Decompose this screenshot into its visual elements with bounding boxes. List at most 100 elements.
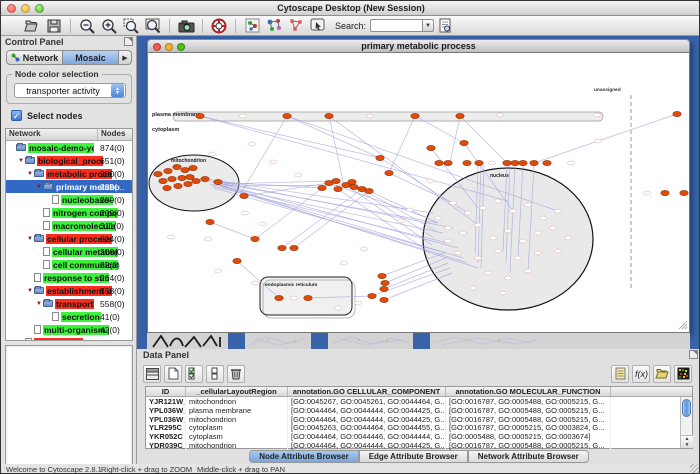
network-node[interactable] (325, 113, 333, 118)
tree-row[interactable]: cellular metabol209(0) (6, 245, 132, 258)
select-mode-icon[interactable] (309, 18, 327, 34)
attribute-select-icon[interactable] (143, 365, 161, 383)
delete-attribute-icon[interactable] (227, 365, 245, 383)
network-node[interactable] (278, 245, 286, 250)
help-lifebuoy-icon[interactable] (210, 18, 228, 34)
select-all-attributes-icon[interactable] (185, 365, 203, 383)
tree-row[interactable]: ▼cellular process614(0) (6, 232, 132, 245)
network-node[interactable] (251, 236, 259, 241)
tree-row[interactable]: ▼establishment of lo558(0) (6, 284, 132, 297)
network-node[interactable] (174, 183, 182, 188)
network-node[interactable] (173, 164, 181, 169)
tree-row[interactable]: ▼biological_process651(0) (6, 154, 132, 167)
expander-icon[interactable]: ▼ (35, 184, 43, 190)
tab-network[interactable]: Network (6, 50, 63, 65)
network-node[interactable] (181, 167, 189, 172)
save-session-icon[interactable] (45, 18, 63, 34)
expander-icon[interactable]: ▼ (26, 236, 34, 242)
column-header[interactable]: _cellularLayoutRegion (186, 387, 288, 396)
search-dropdown-icon[interactable]: ▼ (422, 19, 434, 32)
tab-overflow-icon[interactable]: ▶ (119, 50, 132, 65)
canvas-resize-grip[interactable] (679, 321, 687, 329)
network-node[interactable] (196, 113, 204, 118)
network-node[interactable] (201, 176, 209, 181)
tree-row[interactable]: response to stimulu264(0) (6, 271, 132, 284)
expander-icon[interactable]: ▼ (17, 158, 25, 164)
network-node[interactable] (378, 273, 386, 278)
unselect-all-attributes-icon[interactable] (206, 365, 224, 383)
network-node[interactable] (189, 165, 197, 170)
network-node[interactable] (348, 179, 356, 184)
float-panel-icon[interactable] (124, 37, 133, 46)
network-node[interactable] (334, 186, 342, 191)
open-session-icon[interactable] (23, 18, 41, 34)
table-row[interactable]: YJR121W__1mitochondrion[GO:0045267, GO:0… (146, 397, 692, 406)
new-attribute-icon[interactable] (164, 365, 182, 383)
network-node[interactable] (240, 193, 248, 198)
network-node[interactable] (385, 170, 393, 175)
background-windows-strip[interactable] (137, 333, 700, 349)
network-node[interactable] (168, 176, 176, 181)
tree-row[interactable]: multi-organism pro42(0) (6, 323, 132, 336)
notes-icon[interactable] (611, 365, 629, 383)
tree-row[interactable]: ▼metabolic process280(0) (6, 167, 132, 180)
network-node[interactable] (206, 219, 214, 224)
zoom-out-icon[interactable] (78, 18, 96, 34)
network-node[interactable] (456, 113, 464, 118)
window-resize-grip[interactable] (690, 464, 700, 474)
column-header[interactable]: annotation.GO MOLECULAR_FUNCTION (446, 387, 611, 396)
zoom-selected-region-icon[interactable] (122, 18, 140, 34)
network-node[interactable] (460, 140, 468, 145)
zoom-fit-icon[interactable] (144, 18, 162, 34)
search-input[interactable] (370, 19, 422, 32)
table-row[interactable]: YKR052Ccytoplasm[GO:0044464, GO:0044446,… (146, 432, 692, 441)
network-node[interactable] (163, 185, 171, 190)
network-node[interactable] (178, 175, 186, 180)
network-window-titlebar[interactable]: primary metabolic process (147, 39, 690, 53)
network-node[interactable] (661, 190, 669, 195)
network-node[interactable] (332, 178, 340, 183)
network-node[interactable] (164, 168, 172, 173)
table-row[interactable]: YPL036W__2plasma membrane[GO:0044464, GO… (146, 406, 692, 415)
network-node[interactable] (519, 160, 527, 165)
network-node[interactable] (511, 160, 519, 165)
tree-row[interactable]: secretion41(0) (6, 310, 132, 323)
network-node[interactable] (463, 160, 471, 165)
tree-row[interactable]: nucleobase-209(0) (6, 193, 132, 206)
network-node[interactable] (192, 178, 200, 183)
matrix-view-icon[interactable] (674, 365, 692, 383)
network-node[interactable] (381, 280, 389, 285)
tab-edge-attribute-browser[interactable]: Edge Attribute Browser (359, 450, 468, 463)
zoom-in-icon[interactable] (100, 18, 118, 34)
network-node[interactable] (318, 185, 326, 190)
network-node[interactable] (275, 295, 283, 300)
expander-icon[interactable]: ▼ (26, 288, 34, 294)
network-node[interactable] (184, 181, 192, 186)
network-node[interactable] (435, 160, 443, 165)
network-node[interactable] (427, 145, 435, 150)
network-node[interactable] (154, 171, 162, 176)
tree-row[interactable]: macromolecule311(0) (6, 219, 132, 232)
tree-row[interactable]: ▼transport558(0) (6, 297, 132, 310)
expander-icon[interactable]: ▼ (35, 301, 43, 307)
snapshot-camera-icon[interactable] (177, 18, 195, 34)
formula-builder-icon[interactable]: f(x) (632, 365, 650, 383)
network-node[interactable] (380, 286, 388, 291)
select-nodes-checkbox[interactable]: ✓ (11, 110, 22, 121)
network-node[interactable] (444, 160, 452, 165)
network-canvas[interactable]: plasma membrane cytoplasm mitochondrion … (147, 53, 690, 333)
network-node[interactable] (304, 295, 312, 300)
filter-network-icon[interactable] (287, 18, 305, 34)
birds-eye-view[interactable] (5, 345, 133, 474)
table-scrollbar[interactable]: ▲▼ (680, 397, 692, 448)
tree-row[interactable]: mosaic-demo-yeast874(0) (6, 141, 132, 154)
column-header[interactable]: annotation.GO CELLULAR_COMPONENT (288, 387, 446, 396)
network-node[interactable] (214, 179, 222, 184)
network-node[interactable] (411, 113, 419, 118)
tab-network-attribute-browser[interactable]: Network Attribute Browser (468, 450, 589, 463)
tree-row[interactable]: cell communicat22(0) (6, 258, 132, 271)
network-node[interactable] (290, 245, 298, 250)
float-panel-icon[interactable] (689, 350, 698, 359)
network-node[interactable] (673, 111, 681, 116)
tab-mosaic[interactable]: Mosaic (63, 50, 119, 65)
